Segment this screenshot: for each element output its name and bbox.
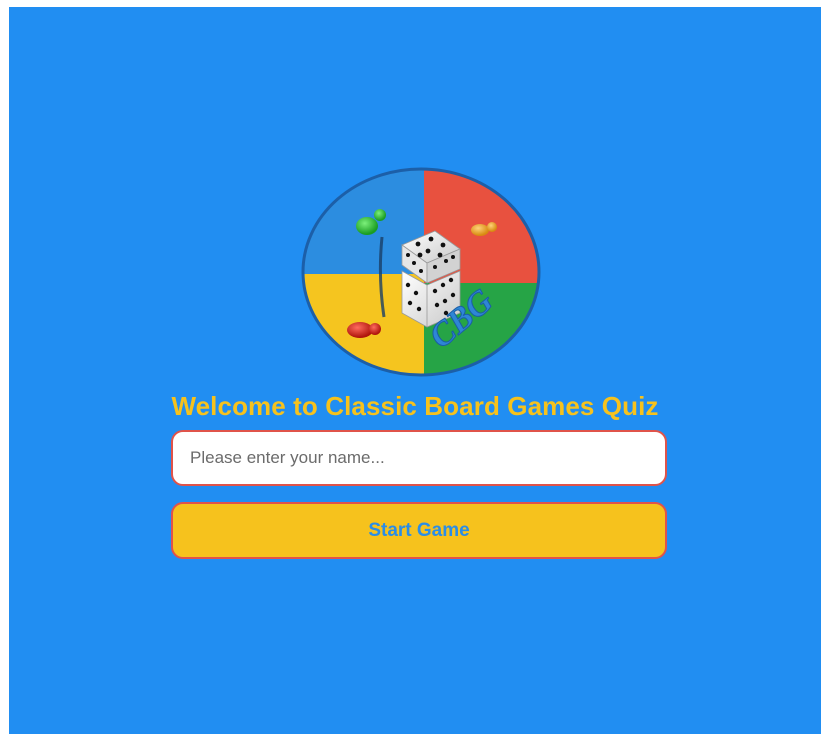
logo: CBG	[300, 167, 542, 377]
page-title: Welcome to Classic Board Games Quiz	[171, 391, 659, 421]
board-game-logo-icon: CBG	[301, 167, 541, 377]
start-screen: CBG Welcome to Classic Board Games Quiz …	[9, 7, 821, 734]
start-game-button[interactable]: Start Game	[171, 502, 667, 559]
name-input[interactable]	[171, 430, 667, 486]
